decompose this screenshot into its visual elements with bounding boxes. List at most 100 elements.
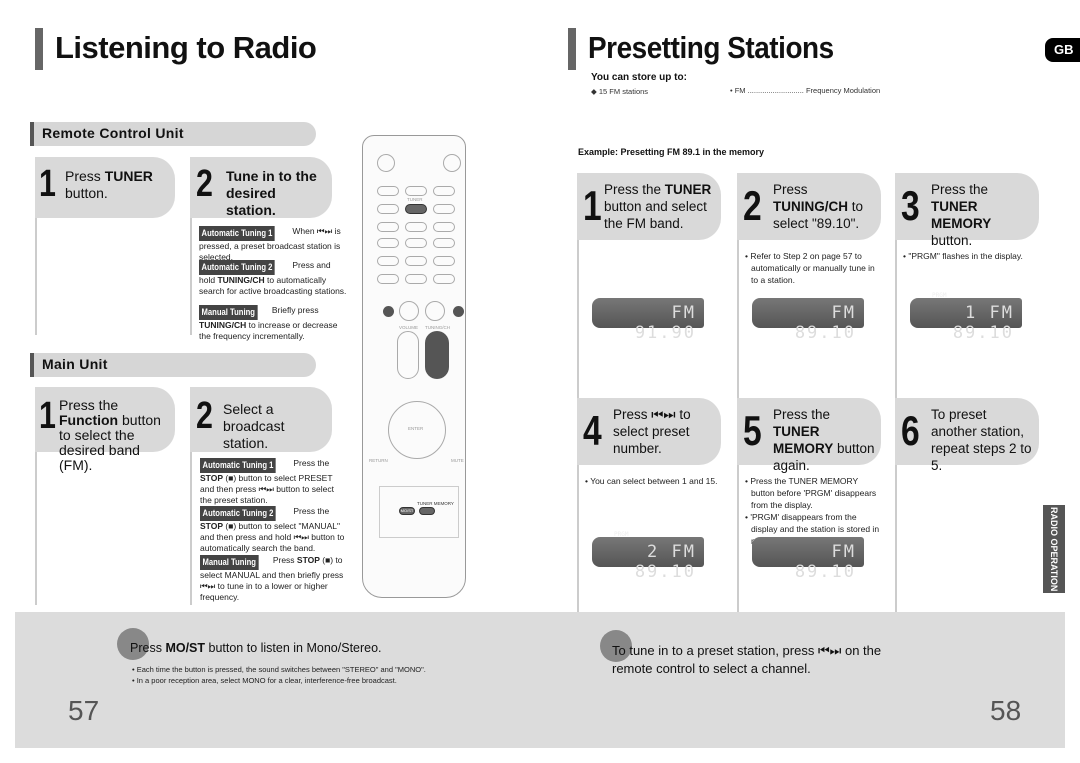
return-label: RETURN: [369, 458, 388, 463]
enter-label: ENTER: [408, 426, 424, 431]
page-title-left: Listening to Radio: [55, 30, 317, 65]
number-button: [405, 256, 427, 266]
lcd-display: PRGM 2 FM 89.10: [592, 531, 704, 582]
divider: [190, 200, 192, 335]
display-text: FM 91.90: [634, 303, 696, 343]
remote-button: [405, 186, 427, 196]
note: "PRGM" flashes in the display.: [908, 251, 1023, 261]
text: Press the: [604, 182, 665, 197]
divider: [737, 223, 739, 398]
tuner-memory-label: TUNER MEMORY: [417, 501, 454, 506]
text: TUNING/CH: [199, 320, 247, 330]
preset-step-5: 5 Press the TUNER MEMORY button again.: [737, 398, 881, 473]
mode-badge: Manual Tuning: [200, 555, 259, 570]
step-text: Tune in to the desired station.: [226, 168, 317, 218]
most-button: MO/ST: [399, 507, 415, 515]
remote-button: [433, 204, 455, 214]
mode-badge: Automatic Tuning 2: [199, 260, 275, 275]
language-tab: GB: [1045, 38, 1080, 62]
text: button.: [65, 185, 108, 201]
number-button: [377, 238, 399, 248]
skip-back-icon: [383, 306, 394, 317]
main-mode-3: Manual Tuning Press STOP (■) to select MA…: [200, 555, 348, 603]
page-number-right: 58: [990, 695, 1022, 726]
remote-button: [377, 204, 399, 214]
preset-step-3: 3 Press the TUNER MEMORY button.: [895, 173, 1039, 248]
divider: [35, 200, 37, 335]
prgm-indicator: PRGM: [614, 531, 629, 538]
mute-label: MUTE: [451, 458, 464, 463]
text: Press the: [293, 458, 330, 468]
number-button: [433, 222, 455, 232]
lcd-display: FM 89.10: [752, 537, 864, 582]
step-number: 2: [196, 395, 213, 437]
play-pause-icon: [425, 301, 445, 321]
text: Press: [130, 641, 166, 655]
remote-mode-2: Automatic Tuning 2 Press and hold TUNING/…: [199, 260, 347, 297]
text: Function: [59, 412, 119, 428]
display-text: 2 FM 89.10: [634, 542, 696, 582]
note: Refer to Step 2 on page 57 to automatica…: [750, 251, 875, 285]
bullet: In a poor reception area, select MONO fo…: [136, 676, 397, 685]
divider: [190, 430, 192, 605]
display-text: FM 89.10: [794, 303, 856, 343]
main-mode-1: Automatic Tuning 1 Press the STOP (■) but…: [200, 458, 348, 506]
display-text: 1 FM 89.10: [952, 303, 1014, 343]
title-bar-accent: [35, 28, 43, 70]
display-text: FM 89.10: [794, 542, 856, 582]
number-button: [433, 238, 455, 248]
main-section-header: Main Unit: [30, 353, 316, 377]
bullet: Each time the button is pressed, the sou…: [136, 665, 426, 674]
text: TUNER MEMORY: [931, 199, 992, 231]
step-notes: • "PRGM" flashes in the display.: [903, 251, 1023, 261]
mode-badge: Automatic Tuning 1: [200, 458, 276, 473]
remote-control-illustration: TUNER VOLUME TUNING/CH ENTER RETURN MUTE…: [362, 135, 466, 598]
step-number: 4: [583, 407, 602, 454]
text: STOP: [200, 473, 223, 483]
number-button: [405, 274, 427, 284]
volume-rocker: [397, 331, 419, 379]
step-number: 1: [583, 182, 602, 229]
note: You can select between 1 and 15.: [590, 476, 718, 486]
text: TUNER: [104, 168, 153, 184]
text: TUNER MEMORY: [773, 424, 834, 456]
preset-step-4: 4 Press ⏮⏭ to select preset number.: [577, 398, 721, 465]
preset-step-2: 2 Press TUNING/CH to select "89.10".: [737, 173, 881, 240]
text: Press: [65, 168, 105, 184]
text: STOP: [296, 555, 320, 565]
remote-button: [377, 274, 399, 284]
main-mode-2: Automatic Tuning 2 Press the STOP (■) but…: [200, 506, 348, 554]
text: button and select the FM band.: [604, 199, 707, 231]
prgm-indicator: PRGM: [932, 292, 947, 299]
prev-next-icon: ⏮⏭: [817, 643, 842, 658]
prev-next-icon: ⏮⏭: [200, 581, 216, 591]
eject-icon: [443, 154, 461, 172]
step-number: 5: [743, 407, 762, 454]
abbreviation: • FM ........................... Frequen…: [730, 86, 881, 95]
text: Press the: [773, 407, 831, 422]
mode-badge: Manual Tuning: [199, 305, 258, 320]
text: STOP: [200, 521, 223, 531]
text: Press: [272, 555, 297, 565]
divider: [577, 223, 579, 398]
text: button.: [931, 233, 973, 248]
step-number: 3: [901, 182, 920, 229]
mode-badge: Automatic Tuning 2: [200, 506, 276, 521]
divider: [895, 223, 897, 398]
text: TUNER: [664, 182, 712, 197]
tip-left-bullets: • Each time the button is pressed, the s…: [132, 665, 426, 685]
tuning-ch-rocker: [425, 331, 449, 379]
number-button: [433, 256, 455, 266]
text: Press the: [59, 397, 119, 413]
tuner-button: [405, 204, 427, 214]
stop-icon: [399, 301, 419, 321]
text: Press the: [293, 506, 330, 516]
section-side-tab: RADIO OPERATION: [1043, 505, 1065, 593]
text: to tune in to a lower or higher frequenc…: [200, 581, 328, 602]
remote-mode-3: Manual Tuning Briefly press TUNING/CH to …: [199, 305, 347, 342]
mode-badge: Automatic Tuning 1: [199, 226, 275, 241]
volume-label: VOLUME: [399, 325, 419, 330]
remote-button: [377, 186, 399, 196]
step-number: 6: [901, 407, 920, 454]
note: Press the TUNER MEMORY button before 'PR…: [750, 476, 877, 510]
